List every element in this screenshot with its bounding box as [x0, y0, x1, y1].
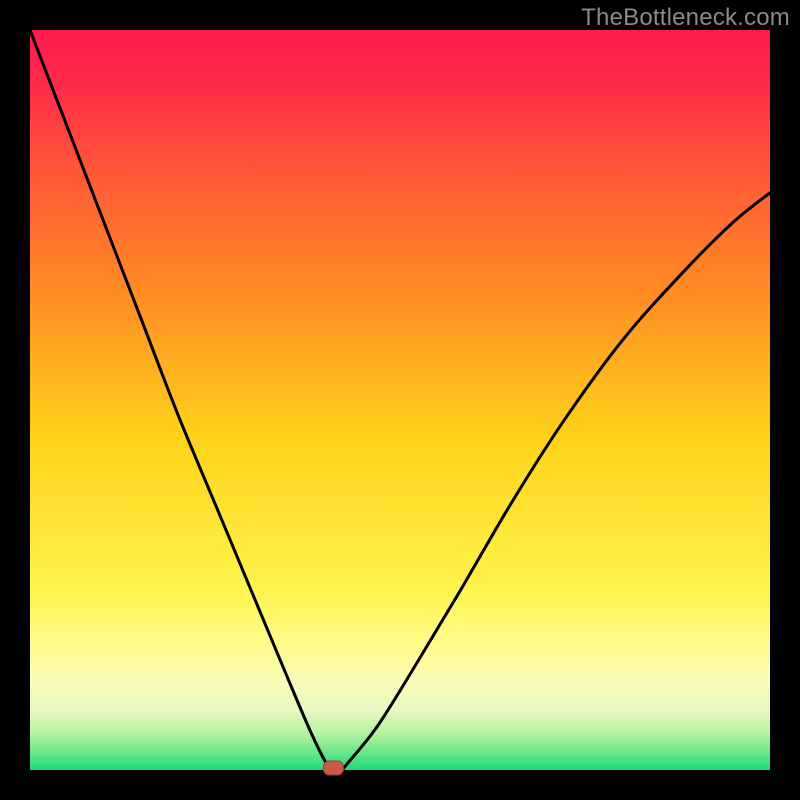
bottleneck-chart	[30, 30, 770, 770]
chart-frame: TheBottleneck.com	[0, 0, 800, 800]
optimum-marker	[323, 761, 343, 775]
plot-background	[30, 30, 770, 770]
watermark-text: TheBottleneck.com	[581, 4, 790, 32]
